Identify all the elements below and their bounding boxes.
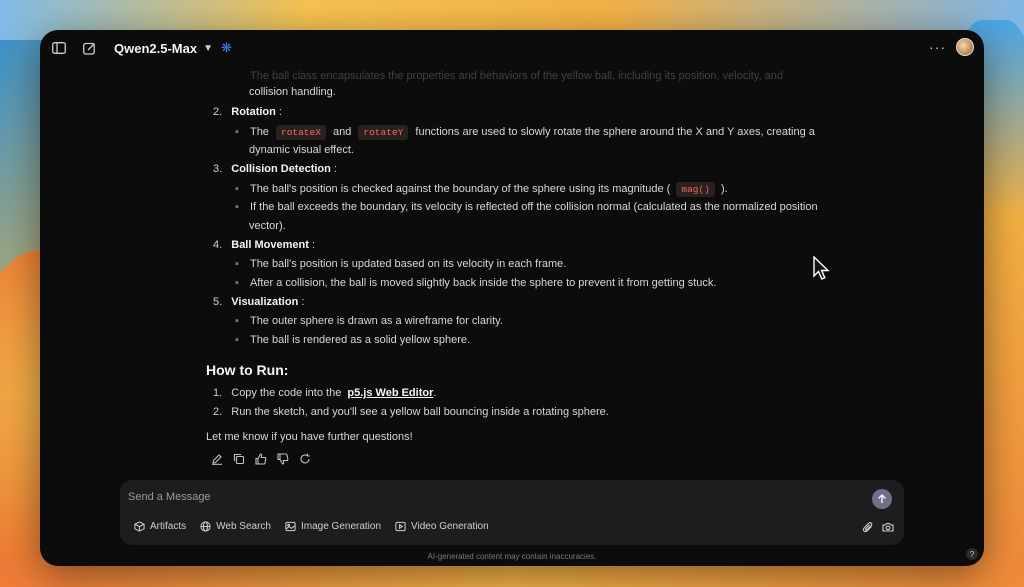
composer-tools: Artifacts Web Search Image Generation Vi… [134, 521, 489, 532]
image-generation-button[interactable]: Image Generation [285, 521, 381, 532]
message-composer: Artifacts Web Search Image Generation Vi… [120, 480, 904, 545]
how-to-run-heading: How to Run: [206, 362, 289, 378]
ai-disclaimer: AI-generated content may contain inaccur… [427, 552, 597, 561]
top-bar: Qwen2.5-Max ▼ ❋ ··· [40, 30, 984, 66]
top-right-controls: ··· [929, 38, 974, 56]
new-chat-icon[interactable] [78, 37, 100, 59]
message-actions [210, 452, 312, 466]
send-button[interactable] [872, 489, 892, 509]
p5js-editor-link[interactable]: p5.js Web Editor [347, 387, 433, 399]
sidebar-toggle-icon[interactable] [48, 37, 70, 59]
item1-tail: collision handling. [249, 86, 336, 98]
list-item: ▪ The outer sphere is drawn as a wirefra… [235, 315, 503, 327]
item1-tail-faded: The ball class encapsulates the properti… [250, 70, 783, 82]
attach-icon[interactable] [862, 521, 874, 533]
help-button[interactable]: ? [966, 548, 978, 560]
artifacts-label: Artifacts [150, 521, 187, 532]
thumbs-down-icon[interactable] [276, 452, 290, 466]
globe-icon [200, 521, 211, 532]
section-collision: 3. Collision Detection : [213, 163, 337, 175]
regenerate-icon[interactable] [298, 452, 312, 466]
list-item: ▪ The ball's position is updated based o… [235, 258, 567, 270]
video-generation-label: Video Generation [411, 521, 489, 532]
composer-attachments [862, 521, 894, 533]
arrow-up-icon [877, 494, 887, 503]
thumbs-up-icon[interactable] [254, 452, 268, 466]
section-rotation: 2. Rotation : [213, 106, 282, 118]
list-item: 2. Run the sketch, and you'll see a yell… [213, 406, 609, 418]
list-item: ▪ The rotateX and rotateY functions are … [235, 125, 815, 140]
artifacts-icon [134, 521, 145, 532]
section-visualization: 5. Visualization : [213, 296, 305, 308]
edit-icon[interactable] [210, 452, 224, 466]
copy-icon[interactable] [232, 452, 246, 466]
section-ball-movement: 4. Ball Movement : [213, 239, 316, 251]
video-icon [395, 521, 406, 532]
list-item: ▪ The ball's position is checked against… [235, 182, 728, 197]
model-badge-icon: ❋ [221, 40, 232, 55]
web-search-label: Web Search [216, 521, 271, 532]
image-generation-label: Image Generation [300, 521, 382, 532]
list-item: ▪ After a collision, the ball is moved s… [235, 277, 717, 289]
chevron-down-icon[interactable]: ▼ [203, 43, 213, 54]
video-generation-button[interactable]: Video Generation [395, 521, 489, 532]
closing-text: Let me know if you have further question… [206, 431, 413, 443]
image-icon [285, 521, 296, 532]
model-selector[interactable]: Qwen2.5-Max [114, 41, 197, 56]
more-options-icon[interactable]: ··· [929, 39, 946, 55]
mouse-cursor-icon [813, 256, 830, 280]
avatar[interactable] [956, 38, 974, 56]
chat-window: Qwen2.5-Max ▼ ❋ ··· The ball class encap… [40, 30, 984, 566]
list-item: ▪ If the ball exceeds the boundary, its … [235, 201, 818, 213]
list-item: ▪ The ball is rendered as a solid yellow… [235, 334, 471, 346]
camera-icon[interactable] [882, 521, 894, 533]
message-input[interactable] [128, 488, 828, 506]
web-search-button[interactable]: Web Search [200, 521, 271, 532]
list-item-continuation: vector). [249, 220, 286, 232]
list-item: 1. Copy the code into the p5.js Web Edit… [213, 387, 437, 399]
artifacts-button[interactable]: Artifacts [134, 521, 186, 532]
list-item-continuation: dynamic visual effect. [249, 144, 354, 156]
